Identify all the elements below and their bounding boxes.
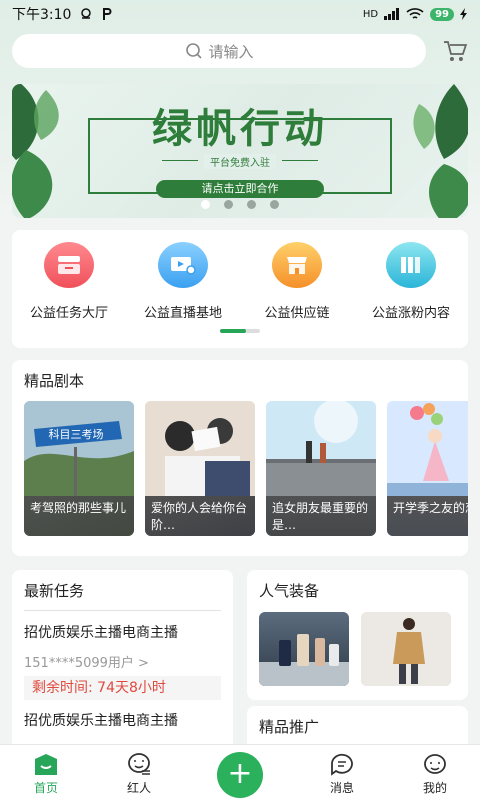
cart-icon[interactable] (442, 38, 468, 64)
scripts-section: 精品剧本 科目三考场 考驾照的那些事儿 爱你的人会给你台阶… 追女朋友最重要的是… (12, 360, 468, 556)
banner-subtitle: 平台免费入驻 (12, 154, 468, 169)
search-row: 请输入 (12, 34, 468, 68)
status-time: 下午3:10 (12, 7, 72, 23)
tab-label: 首页 (33, 781, 58, 795)
script-card[interactable]: 爱你的人会给你台阶… (145, 401, 255, 536)
couple-reading-image (145, 401, 255, 496)
latest-tasks-section: 最新任务 招优质娱乐主播电商主播 151****5099用户 > 剩余时间: 7… (12, 570, 233, 760)
quick-link-task-hall[interactable]: 公益任务大厅 (12, 242, 126, 321)
tab-influencer[interactable]: 红人 (109, 751, 169, 796)
jacket-product-image (361, 612, 451, 686)
quick-link-content[interactable]: 公益涨粉内容 (354, 242, 468, 321)
p-app-icon (103, 8, 112, 20)
equipment-item[interactable] (361, 612, 451, 686)
network-type: HD (362, 8, 379, 20)
section-title: 精品推广 (259, 718, 320, 736)
road-sign-image: 科目三考场 (24, 401, 134, 496)
script-card[interactable]: 科目三考场 考驾照的那些事儿 (24, 401, 134, 536)
script-caption: 爱你的人会给你台阶… (145, 496, 255, 536)
quick-link-label: 公益涨粉内容 (371, 306, 450, 321)
tab-profile[interactable]: 我的 (405, 751, 465, 796)
battery-indicator: 99 (430, 7, 454, 21)
banner-cta-button[interactable]: 请点击立即合作 (156, 180, 324, 198)
tab-messages[interactable]: 消息 (312, 751, 372, 796)
task-user-link[interactable]: 151****5099用户 > (24, 652, 149, 671)
quick-link-label: 公益直播基地 (143, 306, 222, 321)
script-caption: 考驾照的那些事儿 (24, 496, 134, 536)
quick-links-card: 公益任务大厅 公益直播基地 公益供应链 公益涨粉内容 (12, 230, 468, 348)
task-title[interactable]: 招优质娱乐主播电商主播 (24, 710, 224, 732)
quick-link-supply-chain[interactable]: 公益供应链 (240, 242, 354, 321)
popular-equipment-section: 人气装备 (247, 570, 468, 700)
live-base-icon (158, 242, 208, 288)
section-title: 人气装备 (259, 582, 320, 600)
banner-pagination (12, 200, 468, 209)
tab-label: 红人 (126, 781, 151, 795)
tab-home[interactable]: 首页 (16, 751, 76, 796)
message-icon (331, 753, 353, 776)
script-caption: 开学季之友的恋爱 (387, 496, 468, 536)
script-caption: 追女朋友最重要的是… (266, 496, 376, 536)
promo-banner[interactable]: 绿帆行动 平台免费入驻 请点击立即合作 (12, 84, 468, 218)
equipment-item[interactable] (259, 612, 349, 686)
cups-product-image (259, 634, 349, 686)
influencer-icon (128, 753, 150, 775)
quick-links-scroll-indicator (220, 329, 260, 333)
task-title[interactable]: 招优质娱乐主播电商主播 (24, 622, 178, 642)
banner-dot[interactable] (224, 200, 233, 209)
profile-icon (424, 754, 446, 774)
supply-chain-icon (272, 242, 322, 288)
section-divider (24, 610, 221, 611)
search-icon (185, 43, 202, 59)
cloud-icon (81, 8, 92, 19)
svg-text:科目三考场: 科目三考场 (49, 427, 104, 441)
quick-link-live-base[interactable]: 公益直播基地 (126, 242, 240, 321)
status-bar: 下午3:10 HD 99 (0, 0, 480, 28)
banner-dot[interactable] (247, 200, 256, 209)
banner-dot[interactable] (201, 200, 210, 209)
wifi-icon (406, 8, 424, 19)
tab-label: 我的 (422, 781, 447, 795)
search-placeholder: 请输入 (208, 42, 254, 61)
charging-icon (460, 8, 467, 20)
content-icon (386, 242, 436, 288)
plus-icon: + (227, 756, 253, 791)
script-card[interactable]: 开学季之友的恋爱 (387, 401, 468, 536)
quick-link-label: 公益任务大厅 (29, 306, 108, 321)
couple-sunset-image (266, 401, 376, 496)
banner-dot[interactable] (270, 200, 279, 209)
girl-balloons-image (387, 401, 468, 496)
home-icon (35, 754, 57, 775)
signal-icon (384, 8, 400, 20)
task-remaining-time: 剩余时间: 74天8小时 (24, 676, 221, 700)
search-input[interactable]: 请输入 (12, 34, 427, 68)
quick-link-label: 公益供应链 (264, 306, 330, 321)
section-title: 精品剧本 (24, 372, 85, 390)
task-hall-icon (44, 242, 94, 288)
publish-plus-button[interactable]: + (217, 752, 263, 798)
banner-title: 绿帆行动 (152, 105, 328, 152)
section-title: 最新任务 (24, 582, 85, 600)
tab-label: 消息 (329, 781, 354, 795)
script-card[interactable]: 追女朋友最重要的是… (266, 401, 376, 536)
